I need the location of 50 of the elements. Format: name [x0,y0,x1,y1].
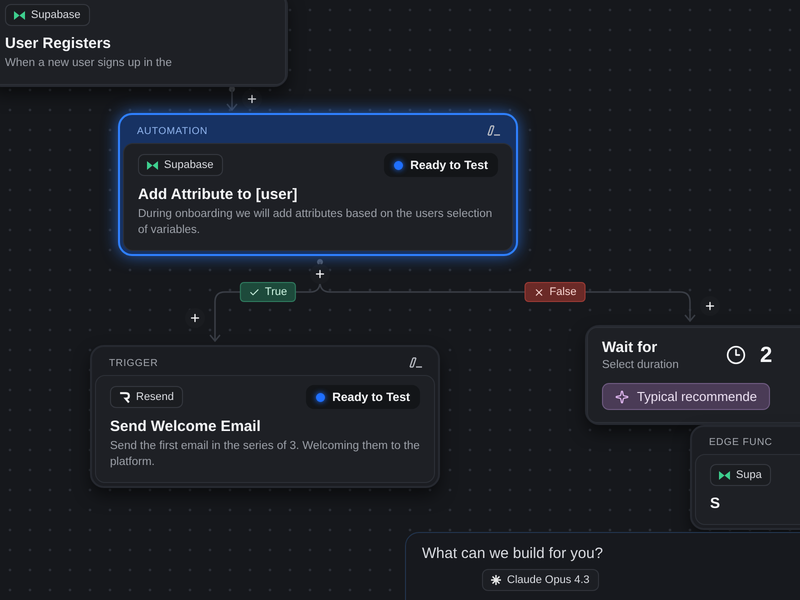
app-name: Supa [736,469,762,481]
step-card[interactable]: TRIGGER Resend Ready to Test Send Welcome Email Send the first email in the series of 3. Welcoming them to the platform. [90,345,440,488]
step-description: During onboarding we will add attributes based on the users selection of variables. [138,207,494,238]
step-type-label: AUTOMATION [137,126,208,136]
sparkle-icon [615,390,629,404]
wait-title: Wait for [602,339,658,356]
step-card[interactable]: Supabase User Registers When a new user signs up in the [0,0,288,87]
status-dot-icon [316,392,326,402]
plus-icon [704,300,716,312]
connector-line [226,86,238,112]
step-title: User Registers [5,35,111,52]
clock-icon [726,345,746,365]
add-step-button[interactable] [700,296,720,316]
step-title: S [710,495,720,512]
prompt-input[interactable]: What can we build for you? [422,543,722,563]
pen-icon [407,357,423,369]
add-step-button[interactable] [310,264,330,284]
app-name: Supabase [31,9,81,21]
app-name: Resend [136,391,174,403]
step-title: Send Welcome Email [110,418,261,435]
logo-icon [119,392,130,402]
selected-step-card[interactable]: AUTOMATION Supabase Ready to Test Add Attribute to [user] During onboarding we will add attributes based on the users selection of variables. [118,113,518,256]
check-icon [248,286,260,298]
close-icon [534,286,545,298]
pen-icon [485,125,501,137]
step-title: Add Attribute to [user] [138,186,298,203]
model-selector-button[interactable]: Claude Opus 4.3 [482,569,599,591]
duration-value: 2 [760,342,772,368]
logo-icon [719,470,730,480]
plus-icon [189,312,201,324]
branch-label: True [264,286,288,298]
logo-icon [147,160,158,170]
status-dot-icon [394,160,404,170]
status-text: Ready to Test [332,390,410,404]
add-step-button[interactable] [185,308,205,328]
app-name: Supabase [164,159,214,171]
wait-subtitle: Select duration [602,359,679,371]
plus-icon [314,268,326,280]
status-text: Ready to Test [410,158,488,172]
branch-label: False [550,286,576,298]
wait-card[interactable]: Wait for Select duration 2 Typical recommende [585,325,800,425]
step-card[interactable]: EDGE FUNC Supa S [690,425,800,530]
asterisk-icon [491,575,501,585]
step-description: Send the first email in the series of 3. Welcoming them to the platform. [110,439,420,470]
plus-icon [246,93,258,105]
recommendation-text: Typical recommende [637,389,757,404]
step-description: When a new user signs up in the [5,56,172,71]
logo-icon [14,10,25,20]
step-type-label: TRIGGER [109,358,158,368]
step-type-label: EDGE FUNC [709,437,772,448]
